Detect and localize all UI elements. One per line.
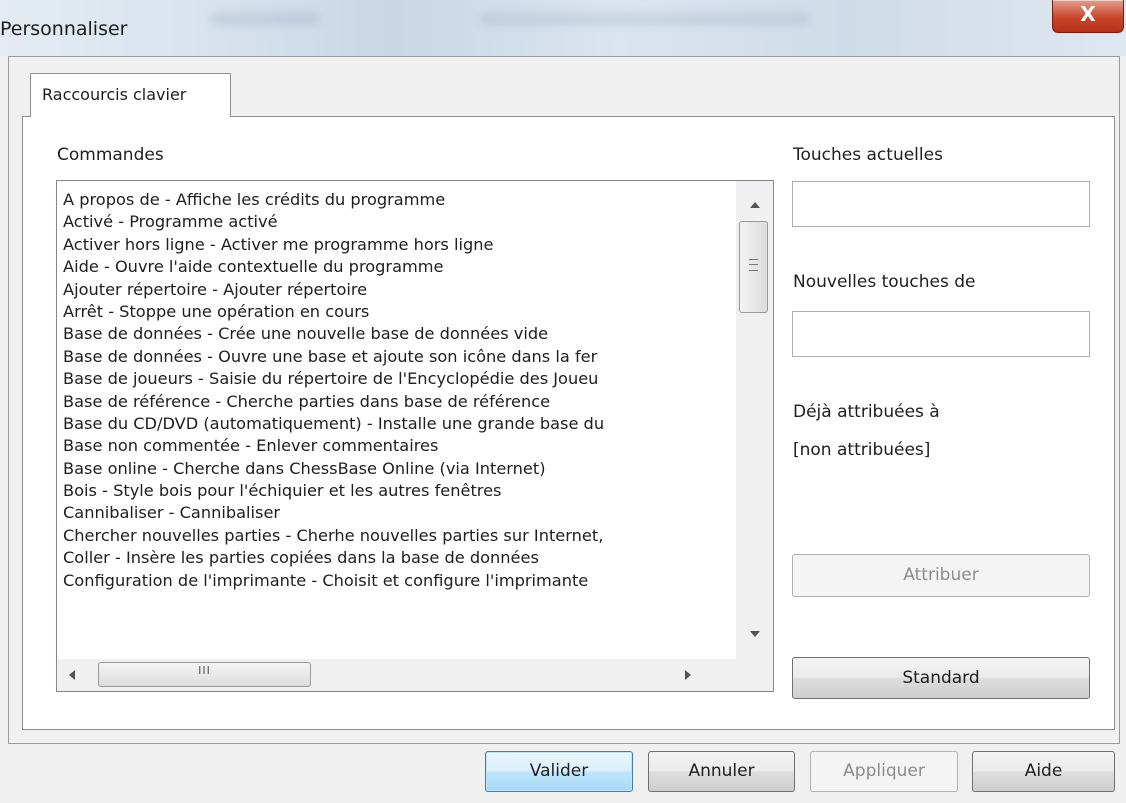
ok-button[interactable]: Valider [485, 751, 633, 792]
tab-keyboard-shortcuts[interactable]: Raccourcis clavier [30, 73, 231, 117]
commands-label: Commandes [57, 145, 164, 165]
vertical-scrollbar[interactable] [736, 181, 773, 659]
window-title: Personnaliser [0, 18, 128, 40]
list-item[interactable]: Ajouter répertoire - Ajouter répertoire [63, 279, 733, 301]
list-item[interactable]: Configuration de l'imprimante - Choisit … [63, 570, 733, 592]
assigned-to-value: [non attribuées] [793, 440, 931, 460]
close-icon: X [1080, 2, 1096, 26]
commands-list[interactable]: A propos de - Affiche les crédits du pro… [56, 180, 774, 692]
current-keys-label: Touches actuelles [793, 145, 943, 165]
list-item[interactable]: Chercher nouvelles parties - Cherhe nouv… [63, 525, 733, 547]
list-item[interactable]: Base de données - Ouvre une base et ajou… [63, 346, 733, 368]
list-item[interactable]: Arrêt - Stoppe une opération en cours [63, 301, 733, 323]
new-keys-label: Nouvelles touches de [793, 272, 976, 292]
scroll-up-icon[interactable] [750, 202, 760, 208]
list-item[interactable]: Base non commentée - Enlever commentaire… [63, 435, 733, 457]
assigned-to-label: Déjà attribuées à [793, 402, 940, 422]
list-item[interactable]: Cannibaliser - Cannibaliser [63, 502, 733, 524]
apply-button[interactable]: Appliquer [810, 751, 958, 792]
title-bar-blur [210, 12, 320, 26]
tab-label: Raccourcis clavier [42, 85, 187, 104]
list-item[interactable]: A propos de - Affiche les crédits du pro… [63, 189, 733, 211]
scrollbar-corner [736, 659, 773, 691]
close-button[interactable]: X [1052, 0, 1124, 33]
title-bar: Personnaliser X [0, 0, 1126, 56]
horizontal-scrollbar[interactable]: III [57, 659, 736, 691]
scroll-left-icon[interactable] [69, 670, 75, 680]
grip-icon [749, 259, 758, 271]
help-button[interactable]: Aide [972, 751, 1115, 792]
horizontal-scroll-thumb[interactable]: III [98, 662, 311, 687]
grip-icon: III [198, 664, 211, 677]
scroll-down-icon[interactable] [750, 631, 760, 637]
list-item[interactable]: Base de joueurs - Saisie du répertoire d… [63, 368, 733, 390]
list-item[interactable]: Aide - Ouvre l'aide contextuelle du prog… [63, 256, 733, 278]
commands-list-items: A propos de - Affiche les crédits du pro… [63, 189, 733, 592]
vertical-scroll-thumb[interactable] [739, 221, 768, 313]
new-keys-field[interactable] [792, 311, 1090, 357]
list-item[interactable]: Bois - Style bois pour l'échiquier et le… [63, 480, 733, 502]
standard-button[interactable]: Standard [792, 657, 1090, 699]
cancel-button[interactable]: Annuler [648, 751, 795, 792]
list-item[interactable]: Base online - Cherche dans ChessBase Onl… [63, 458, 733, 480]
list-item[interactable]: Base de données - Crée une nouvelle base… [63, 323, 733, 345]
list-item[interactable]: Coller - Insère les parties copiées dans… [63, 547, 733, 569]
current-keys-field[interactable] [792, 181, 1090, 227]
assign-button[interactable]: Attribuer [792, 554, 1090, 597]
list-item[interactable]: Base du CD/DVD (automatiquement) - Insta… [63, 413, 733, 435]
list-item[interactable]: Activé - Programme activé [63, 211, 733, 233]
scroll-right-icon[interactable] [685, 670, 691, 680]
list-item[interactable]: Base de référence - Cherche parties dans… [63, 391, 733, 413]
title-bar-blur [480, 12, 810, 26]
list-item[interactable]: Activer hors ligne - Activer me programm… [63, 234, 733, 256]
